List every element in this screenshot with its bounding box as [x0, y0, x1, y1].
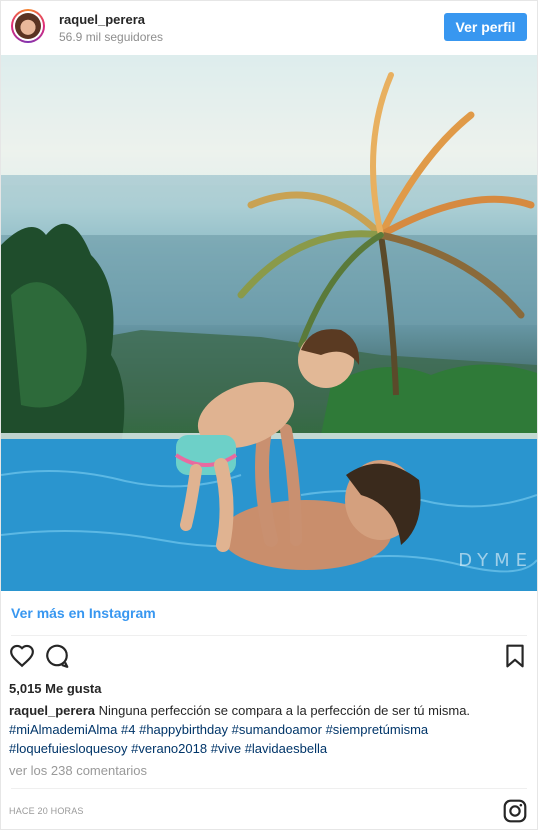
comment-icon[interactable] — [44, 643, 72, 671]
bookmark-icon[interactable] — [502, 643, 530, 671]
post-header: raquel_perera 56.9 mil seguidores Ver pe… — [1, 1, 537, 53]
follower-count: 56.9 mil seguidores — [59, 30, 164, 44]
photo-watermark: DYME — [458, 550, 533, 571]
caption-text: Ninguna perfección se compara a la perfe… — [98, 703, 471, 718]
hashtag-link[interactable]: #4 — [121, 722, 135, 737]
avatar[interactable] — [11, 9, 45, 43]
hashtag-link[interactable]: #siempretúmisma — [326, 722, 429, 737]
username[interactable]: raquel_perera — [59, 12, 145, 27]
hashtag-link[interactable]: #vive — [211, 741, 241, 756]
divider — [11, 788, 527, 789]
hashtag-link[interactable]: #happybirthday — [139, 722, 228, 737]
like-count[interactable]: 5,015 Me gusta — [9, 681, 102, 696]
hashtag-link[interactable]: #sumandoamor — [232, 722, 322, 737]
post-photo[interactable]: DYME — [1, 55, 537, 591]
hashtag-link[interactable]: #verano2018 — [131, 741, 207, 756]
photo-illustration — [1, 55, 537, 591]
hashtag-link[interactable]: #lavidaesbella — [245, 741, 327, 756]
hashtag-link[interactable]: #loquefuiesloquesoy — [9, 741, 128, 756]
instagram-logo-icon[interactable] — [502, 798, 528, 824]
caption-username[interactable]: raquel_perera — [9, 703, 95, 718]
post-caption: raquel_perera Ninguna perfección se comp… — [9, 701, 529, 758]
hashtag-link[interactable]: #miAlmademiAlma — [9, 722, 117, 737]
instagram-embed-card: raquel_perera 56.9 mil seguidores Ver pe… — [0, 0, 538, 830]
divider — [11, 635, 527, 636]
view-comments-link[interactable]: ver los 238 comentarios — [9, 763, 147, 778]
post-timestamp: HACE 20 HORAS — [9, 806, 84, 816]
view-profile-button[interactable]: Ver perfil — [444, 13, 527, 41]
view-more-on-instagram-link[interactable]: Ver más en Instagram — [11, 605, 156, 621]
heart-icon[interactable] — [9, 643, 37, 671]
